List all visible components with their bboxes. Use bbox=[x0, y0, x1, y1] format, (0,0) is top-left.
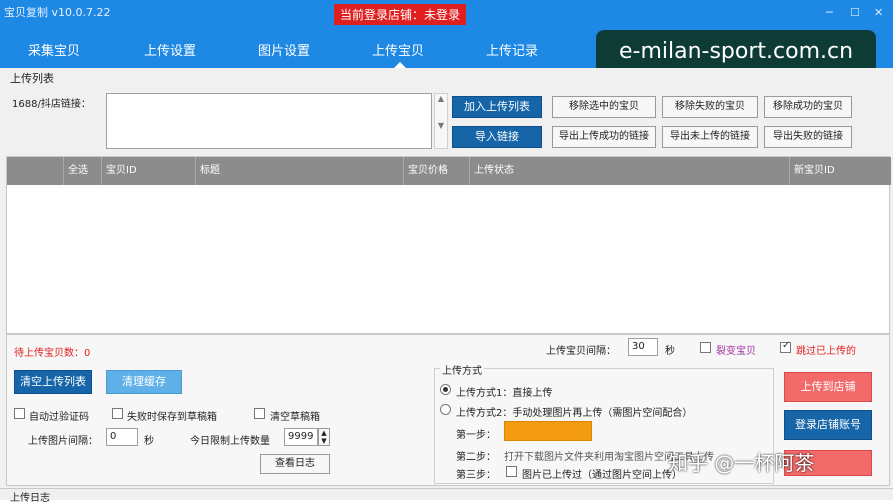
split-item-label: 裂变宝贝 bbox=[716, 346, 756, 357]
login-shop-button[interactable]: 登录店铺账号 bbox=[784, 410, 872, 440]
auto-captcha-checkbox[interactable] bbox=[14, 408, 25, 419]
split-item-checkbox[interactable] bbox=[700, 342, 711, 353]
auto-captcha-label: 自动过验证码 bbox=[29, 412, 89, 423]
clear-draft-label: 清空草稿箱 bbox=[270, 412, 320, 423]
step2-label: 第二步： bbox=[456, 452, 496, 463]
method1-radio[interactable] bbox=[440, 384, 451, 395]
step3-text: 图片已上传过（通过图片空间上传） bbox=[522, 470, 682, 481]
upload-list-title: 上传列表 bbox=[10, 72, 54, 85]
tab-upload-records[interactable]: 上传记录 bbox=[486, 40, 538, 59]
step3-label: 第三步： bbox=[456, 470, 496, 481]
select-all-header[interactable]: 全选 bbox=[63, 157, 101, 185]
method2-label: 上传方式2：手动处理图片再上传（需图片空间配合） bbox=[456, 408, 693, 419]
new-item-id-header: 新宝贝ID bbox=[789, 157, 891, 185]
log-section: 上传日志 bbox=[0, 488, 893, 504]
app-title: 宝贝复制 v10.0.7.22 bbox=[4, 6, 111, 19]
step1-button[interactable] bbox=[504, 421, 592, 441]
method1-label: 上传方式1：直接上传 bbox=[456, 388, 553, 399]
clear-cache-button[interactable]: 清理缓存 bbox=[106, 370, 182, 394]
tab-collect[interactable]: 采集宝贝 bbox=[28, 40, 80, 59]
daily-limit-input[interactable]: 9999 bbox=[284, 428, 318, 446]
daily-limit-stepper[interactable]: ▲ ▼ bbox=[318, 428, 330, 446]
export-success-button[interactable]: 导出上传成功的链接 bbox=[552, 126, 656, 148]
image-interval-label: 上传图片间隔： bbox=[28, 436, 98, 447]
upload-method-title: 上传方式 bbox=[440, 362, 484, 377]
save-draft-label: 失败时保存到草稿箱 bbox=[127, 412, 217, 423]
tab-upload-items[interactable]: 上传宝贝 bbox=[372, 40, 424, 68]
remove-selected-button[interactable]: 移除选中的宝贝 bbox=[552, 96, 656, 118]
skip-uploaded-label: 跳过已上传的 bbox=[796, 346, 856, 357]
title-bar: 宝贝复制 v10.0.7.22 当前登录店铺：未登录 ─ ☐ ✕ bbox=[0, 0, 893, 28]
maximize-icon[interactable]: ☐ bbox=[850, 6, 860, 19]
daily-limit-label: 今日限制上传数量 bbox=[190, 436, 270, 447]
tab-image-settings[interactable]: 图片设置 bbox=[258, 40, 310, 59]
link-input[interactable] bbox=[106, 93, 432, 149]
login-status-badge: 当前登录店铺：未登录 bbox=[334, 4, 467, 25]
pending-count: 待上传宝贝数：0 bbox=[14, 348, 91, 359]
image-interval-input[interactable]: 0 bbox=[106, 428, 138, 446]
link-input-scrollbar[interactable]: ▲ ▼ bbox=[434, 93, 448, 149]
save-draft-checkbox[interactable] bbox=[112, 408, 123, 419]
view-log-button[interactable]: 查看日志 bbox=[260, 454, 330, 474]
remove-success-button[interactable]: 移除成功的宝贝 bbox=[764, 96, 852, 118]
zhihu-watermark: 知乎 @一杯阿茶 bbox=[668, 451, 815, 475]
table-header: 全选 宝贝ID 标题 宝贝价格 上传状态 新宝贝ID bbox=[7, 157, 891, 185]
remove-failed-button[interactable]: 移除失败的宝贝 bbox=[662, 96, 758, 118]
import-links-button[interactable]: 导入链接 bbox=[452, 126, 542, 148]
upload-table[interactable]: 全选 宝贝ID 标题 宝贝价格 上传状态 新宝贝ID bbox=[6, 156, 891, 334]
export-not-uploaded-button[interactable]: 导出未上传的链接 bbox=[662, 126, 758, 148]
log-title: 上传日志 bbox=[10, 493, 50, 504]
upload-to-shop-button[interactable]: 上传到店铺 bbox=[784, 372, 872, 402]
status-header: 上传状态 bbox=[469, 157, 789, 185]
step1-label: 第一步： bbox=[456, 430, 496, 441]
skip-uploaded-checkbox[interactable] bbox=[780, 340, 791, 353]
method2-radio[interactable] bbox=[440, 404, 451, 415]
interval-label: 上传宝贝间隔： bbox=[546, 346, 616, 357]
link-label: 1688/抖店链接： bbox=[12, 99, 91, 110]
tab-upload-settings[interactable]: 上传设置 bbox=[144, 40, 196, 59]
price-header: 宝贝价格 bbox=[403, 157, 469, 185]
clear-draft-checkbox[interactable] bbox=[254, 408, 265, 419]
minimize-icon[interactable]: ─ bbox=[826, 6, 833, 19]
clear-list-button[interactable]: 清空上传列表 bbox=[14, 370, 92, 394]
title-header: 标题 bbox=[195, 157, 403, 185]
interval-input[interactable]: 30 bbox=[628, 338, 658, 356]
image-interval-unit: 秒 bbox=[144, 436, 154, 447]
step3-checkbox[interactable] bbox=[506, 466, 517, 477]
export-failed-button[interactable]: 导出失败的链接 bbox=[764, 126, 852, 148]
add-to-list-button[interactable]: 加入上传列表 bbox=[452, 96, 542, 118]
close-icon[interactable]: ✕ bbox=[874, 6, 883, 19]
interval-unit: 秒 bbox=[665, 346, 675, 357]
item-id-header: 宝贝ID bbox=[101, 157, 195, 185]
